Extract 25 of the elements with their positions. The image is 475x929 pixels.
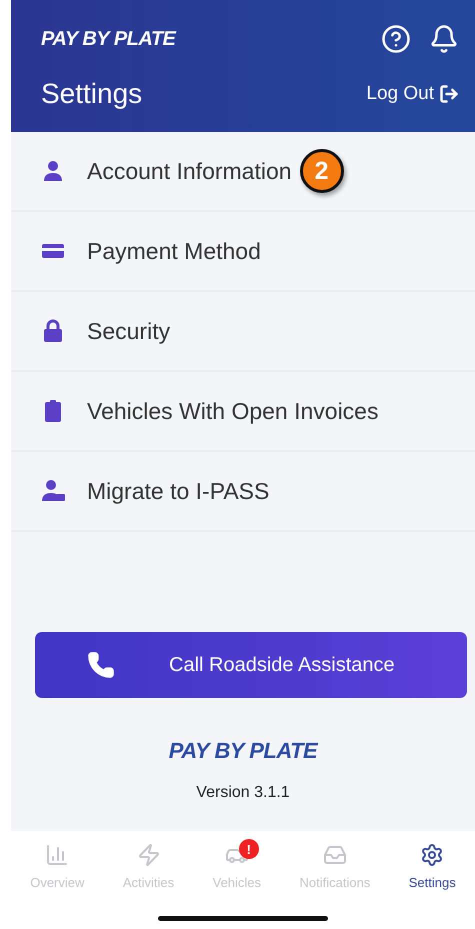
menu-item[interactable]: Vehicles With Open Invoices xyxy=(11,372,475,452)
brand-logo: PAY BY PLATE xyxy=(168,738,318,764)
alert-badge: ! xyxy=(238,839,259,859)
step-callout: 2 xyxy=(300,149,344,193)
bell-icon[interactable] xyxy=(429,24,459,54)
version-text: Version 3.1.1 xyxy=(196,784,290,802)
phone-icon xyxy=(87,651,115,679)
menu-item[interactable]: Payment Method xyxy=(11,212,475,292)
person-icon xyxy=(41,159,65,183)
page-title: Settings xyxy=(41,78,142,110)
inbox-icon xyxy=(322,843,347,867)
gear-icon xyxy=(420,843,444,867)
lock-icon xyxy=(41,319,65,343)
bar-chart-icon xyxy=(45,843,70,867)
person-card-icon xyxy=(41,479,65,503)
call-roadside-button[interactable]: Call Roadside Assistance xyxy=(35,632,467,698)
menu-item[interactable]: Account Information 2 xyxy=(11,132,475,212)
tab[interactable]: Settings xyxy=(408,843,456,890)
menu-item[interactable]: Migrate to I-PASS xyxy=(11,452,475,532)
lightning-icon xyxy=(136,843,160,867)
menu-item[interactable]: Security xyxy=(11,292,475,372)
brand-logo: PAY BY PLATE xyxy=(41,28,176,50)
help-icon[interactable] xyxy=(381,24,411,54)
log-out-icon xyxy=(439,84,459,104)
log-out-button[interactable]: Log Out xyxy=(366,83,459,105)
